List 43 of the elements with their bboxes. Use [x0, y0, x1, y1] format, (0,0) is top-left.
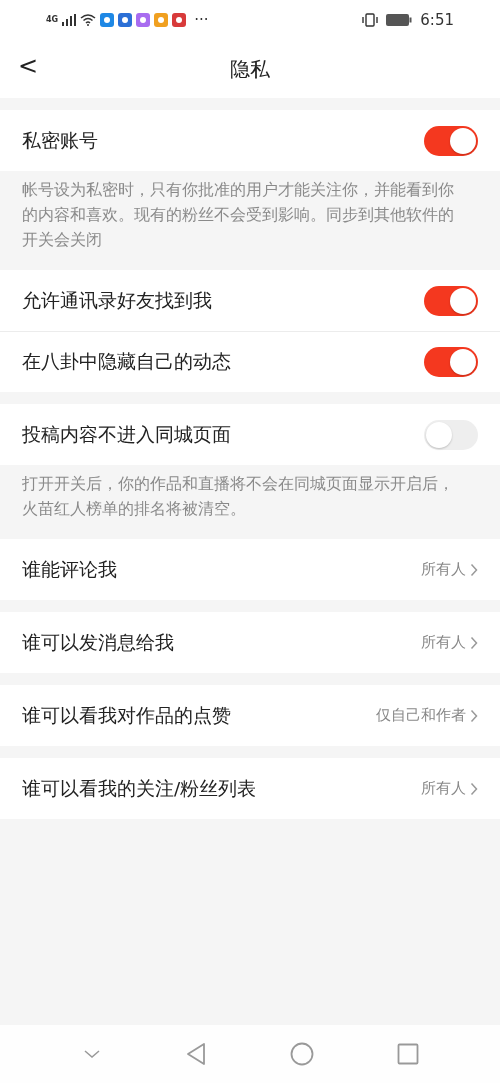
chevron-icon [470, 562, 478, 577]
setting-value: 所有人 [421, 632, 466, 654]
chevron-icon [470, 781, 478, 796]
setting-row[interactable]: 谁可以看我对作品的点赞 仅自己和作者 [0, 685, 500, 746]
setting-label: 投稿内容不进入同城页面 [22, 422, 231, 447]
status-time: 6:51 [420, 9, 454, 31]
more-notifications: ··· [194, 9, 209, 31]
back-button[interactable]: < [14, 52, 43, 80]
toggle-switch[interactable] [424, 347, 478, 377]
app-icon [100, 13, 115, 27]
app-icon [154, 13, 169, 27]
setting-label: 谁可以看我对作品的点赞 [22, 703, 231, 728]
chevron-icon [470, 708, 478, 723]
setting-row[interactable]: 谁能评论我 所有人 [0, 539, 500, 600]
recents-icon[interactable] [396, 1043, 419, 1065]
setting-label: 谁可以看我的关注/粉丝列表 [22, 776, 257, 801]
signal-icon [62, 14, 77, 26]
setting-label: 私密账号 [22, 128, 98, 153]
app-icon [136, 13, 151, 27]
home-icon[interactable] [289, 1042, 314, 1066]
setting-description: 打开开关后，你的作品和直播将不会在同城页面显示开启后，火苗红人榜单的排名将被清空。 [22, 474, 454, 518]
toggle-switch[interactable] [424, 419, 478, 450]
network-label: 4G [46, 14, 59, 26]
setting-label: 谁可以发消息给我 [22, 630, 174, 655]
battery-icon [386, 14, 413, 26]
vibrate-icon [362, 13, 379, 27]
setting-description: 帐号设为私密时，只有你批准的用户才能关注你，并能看到你的内容和喜欢。现有的粉丝不会受到影响。同步到其他软件的开关会关闭 [22, 180, 454, 249]
setting-label: 谁能评论我 [22, 557, 117, 582]
wifi-icon [80, 14, 97, 26]
toggle-switch[interactable] [424, 285, 478, 316]
app-icon [118, 13, 133, 27]
chevron-icon [470, 635, 478, 650]
setting-value: 仅自己和作者 [376, 705, 466, 727]
setting-value: 所有人 [421, 778, 466, 800]
setting-value: 所有人 [421, 559, 466, 581]
back-icon[interactable] [184, 1042, 207, 1066]
page-title: 隐私 [230, 56, 270, 83]
toggle-switch[interactable] [424, 125, 478, 156]
setting-label: 在八卦中隐藏自己的动态 [22, 350, 231, 375]
setting-row[interactable]: 谁可以看我的关注/粉丝列表 所有人 [0, 758, 500, 819]
setting-label: 允许通讯录好友找到我 [22, 288, 212, 313]
app-icon [172, 13, 187, 27]
setting-row[interactable]: 谁可以发消息给我 所有人 [0, 612, 500, 673]
